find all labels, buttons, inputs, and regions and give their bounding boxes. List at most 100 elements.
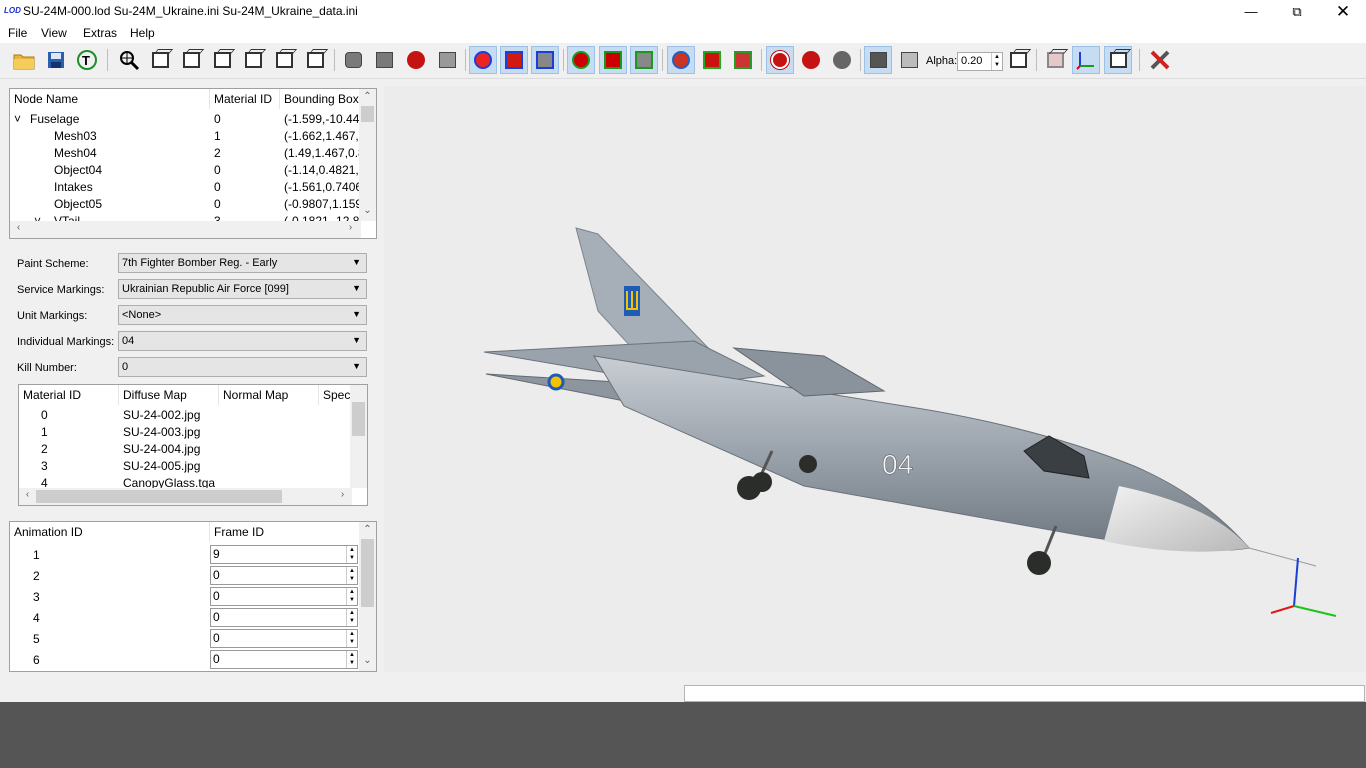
axes-box-button[interactable] [729,46,757,74]
menu-help[interactable]: Help [130,26,155,40]
spin-arrows-icon[interactable]: ▲ ▼ [346,546,357,563]
view-left-button[interactable] [208,46,236,74]
vertical-scrollbar[interactable]: ⌃ ⌄ [359,89,376,221]
scroll-down-icon[interactable]: ⌄ [359,205,376,216]
view-right-button[interactable] [239,46,267,74]
scroll-thumb[interactable] [361,539,374,607]
view-back-button[interactable] [177,46,205,74]
service-markings-select[interactable]: Ukrainian Republic Air Force [099] ▼ [118,279,367,299]
normals-toggle-button[interactable] [667,46,695,74]
column-header-normal-map[interactable]: Normal Map [219,385,319,405]
background-button[interactable] [1041,46,1069,74]
material-row[interactable]: 1 SU-24-003.jpg [19,424,352,441]
frame-id-spinbox[interactable]: 0 ▲ ▼ [210,650,358,669]
spin-arrows-icon[interactable]: ▲ ▼ [991,53,1002,70]
column-header-bounding-box[interactable]: Bounding Box [280,89,361,109]
settings-button[interactable] [1146,46,1174,74]
horizontal-scrollbar[interactable]: ‹ › [19,488,352,505]
tree-row[interactable]: Mesh03 1 (-1.662,1.467,0 [10,128,361,145]
scroll-left-icon[interactable]: ‹ [10,222,27,233]
scroll-right-icon[interactable]: › [334,489,351,500]
spin-arrows-icon[interactable]: ▲ ▼ [346,609,357,626]
tools-icon [1150,50,1170,70]
tree-row[interactable]: Intakes 0 (-1.561,0.7406, [10,179,361,196]
render-shadow-button[interactable] [433,46,461,74]
bbox-toggle-2-button[interactable] [500,46,528,74]
spin-arrows-icon[interactable]: ▲ ▼ [346,567,357,584]
light-toggle-button[interactable] [766,46,794,74]
view-top-button[interactable] [270,46,298,74]
scroll-up-icon[interactable]: ⌃ [359,524,376,535]
tree-row[interactable]: Mesh04 2 (1.49,1.467,0.8 [10,145,361,162]
horizontal-scrollbar[interactable]: ‹ › [10,221,361,238]
menu-file[interactable]: File [8,26,27,40]
individual-markings-select[interactable]: 04 ▼ [118,331,367,351]
bomb-red-button[interactable] [797,46,825,74]
green-box-1-button[interactable] [567,46,595,74]
scroll-up-icon[interactable]: ⌃ [359,91,376,102]
scroll-right-icon[interactable]: › [342,222,359,233]
green-box-2-button[interactable] [599,46,627,74]
node-material-id: 0 [214,112,221,126]
3d-viewport[interactable]: 04 [384,86,1366,672]
vertical-scrollbar[interactable]: ⌃ ⌄ [359,522,376,671]
close-button[interactable]: ✕ [1320,0,1366,23]
view-bottom-button[interactable] [301,46,329,74]
tree-row[interactable]: Object05 0 (-0.9807,1.159, [10,196,361,213]
open-file-button[interactable] [10,46,38,74]
tree-row[interactable]: ˅ Fuselage 0 (-1.599,-10.44, [10,111,361,128]
maximize-button[interactable]: ⧉ [1274,0,1320,23]
spin-arrows-icon[interactable]: ▲ ▼ [346,630,357,647]
bbox-toggle-3-button[interactable] [531,46,559,74]
kill-number-select[interactable]: 0 ▼ [118,357,367,377]
column-header-material-id[interactable]: Material ID [210,89,280,109]
column-header-diffuse-map[interactable]: Diffuse Map [119,385,219,405]
render-textured-button[interactable] [402,46,430,74]
axes-mesh-button[interactable] [698,46,726,74]
column-header-specular[interactable]: Specu [319,385,352,405]
menu-view[interactable]: View [41,26,67,40]
transparent-cube-button[interactable] [895,46,923,74]
frame-id-spinbox[interactable]: 0 ▲ ▼ [210,587,358,606]
green-box-3-button[interactable] [630,46,658,74]
minimize-button[interactable]: — [1228,0,1274,23]
wire-cube-button[interactable] [1004,46,1032,74]
view-front-button[interactable] [146,46,174,74]
grid-toggle-button[interactable] [1104,46,1132,74]
zoom-fit-button[interactable] [115,46,143,74]
scroll-thumb[interactable] [352,402,365,436]
menu-extras[interactable]: Extras [83,26,117,40]
material-row[interactable]: 2 SU-24-004.jpg [19,441,352,458]
save-button[interactable] [42,46,70,74]
scroll-thumb[interactable] [36,490,282,503]
alpha-spinbox[interactable]: 0.20 ▲ ▼ [957,52,1003,71]
frame-id-spinbox[interactable]: 0 ▲ ▼ [210,608,358,627]
texture-reload-button[interactable]: T [73,46,101,74]
vertical-scrollbar[interactable] [350,385,367,488]
render-smooth-button[interactable] [339,46,367,74]
bomb-grey-button[interactable] [828,46,856,74]
spin-arrows-icon[interactable]: ▲ ▼ [346,588,357,605]
column-header-animation-id[interactable]: Animation ID [10,522,210,542]
scroll-left-icon[interactable]: ‹ [19,489,36,500]
material-row[interactable]: 0 SU-24-002.jpg [19,407,352,424]
render-flat-button[interactable] [370,46,398,74]
column-header-node-name[interactable]: Node Name [10,89,210,109]
bbox-toggle-1-button[interactable] [469,46,497,74]
scroll-thumb[interactable] [361,106,374,122]
solid-cube-button[interactable] [864,46,892,74]
frame-id-spinbox[interactable]: 9 ▲ ▼ [210,545,358,564]
frame-id-spinbox[interactable]: 0 ▲ ▼ [210,566,358,585]
axes-toggle-button[interactable] [1072,46,1100,74]
paint-scheme-select[interactable]: 7th Fighter Bomber Reg. - Early ▼ [118,253,367,273]
tree-row[interactable]: Object04 0 (-1.14,0.4821,- [10,162,361,179]
material-id: 1 [41,425,48,439]
unit-markings-select[interactable]: <None> ▼ [118,305,367,325]
spin-arrows-icon[interactable]: ▲ ▼ [346,651,357,668]
frame-id-spinbox[interactable]: 0 ▲ ▼ [210,629,358,648]
expand-chevron-icon[interactable]: ˅ [14,112,21,126]
scroll-down-icon[interactable]: ⌄ [359,655,376,666]
column-header-frame-id[interactable]: Frame ID [210,522,361,542]
column-header-material-id[interactable]: Material ID [19,385,119,405]
material-row[interactable]: 3 SU-24-005.jpg [19,458,352,475]
